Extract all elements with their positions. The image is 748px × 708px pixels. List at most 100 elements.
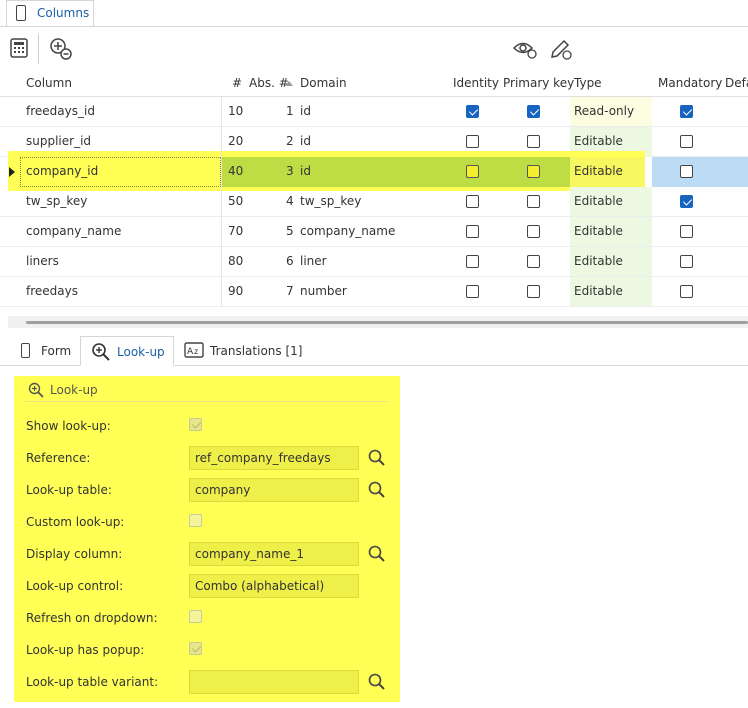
primary-key-checkbox[interactable] xyxy=(527,195,540,208)
cell-abs-num: 5 xyxy=(286,224,294,238)
cell-abs-num: 3 xyxy=(286,164,294,178)
has-popup-label: Look-up has popup: xyxy=(26,643,145,657)
column-divider xyxy=(221,97,222,307)
refresh-on-dropdown-label: Refresh on dropdown: xyxy=(26,611,158,625)
table-row[interactable]: liners 80 6 liner Editable xyxy=(0,247,748,277)
identity-checkbox[interactable] xyxy=(466,165,479,178)
scrollbar-thumb[interactable] xyxy=(26,321,748,324)
header-num[interactable]: # xyxy=(232,76,242,90)
header-domain[interactable]: Domain xyxy=(300,76,347,90)
mandatory-checkbox[interactable] xyxy=(680,135,693,148)
cell-abs-num: 7 xyxy=(286,284,294,298)
table-row[interactable]: freedays 90 7 number Editable xyxy=(0,277,748,307)
cell-column: tw_sp_key xyxy=(26,194,88,208)
identity-checkbox[interactable] xyxy=(466,135,479,148)
cell-num: 50 xyxy=(228,194,244,208)
svg-text:A: A xyxy=(187,347,194,357)
table-row[interactable]: freedays_id 10 1 id Read-only xyxy=(0,97,748,127)
cell-column: company_name xyxy=(26,224,122,238)
mandatory-checkbox[interactable] xyxy=(680,255,693,268)
cell-type: Editable xyxy=(574,164,623,178)
mandatory-checkbox[interactable] xyxy=(680,195,693,208)
tab-columns[interactable]: Columns xyxy=(6,0,94,27)
form-icon xyxy=(21,343,30,358)
lookup-panel-title: Look-up xyxy=(50,383,98,397)
table-row[interactable]: company_name 70 5 company_name Editable xyxy=(0,217,748,247)
reference-field[interactable]: ref_company_freedays xyxy=(189,446,359,470)
header-primary-key[interactable]: Primary key xyxy=(503,76,574,90)
cell-domain: tw_sp_key xyxy=(300,194,362,208)
display-column-label: Display column: xyxy=(26,547,123,561)
cell-domain: id xyxy=(300,164,311,178)
tab-form[interactable]: Form xyxy=(10,336,78,366)
display-column-search-icon[interactable] xyxy=(368,545,386,563)
show-lookup-checkbox[interactable] xyxy=(189,418,202,431)
identity-checkbox[interactable] xyxy=(466,225,479,238)
add-remove-icon[interactable] xyxy=(49,37,73,61)
edit-settings-icon[interactable] xyxy=(549,37,573,61)
primary-key-checkbox[interactable] xyxy=(527,225,540,238)
lookup-title-icon xyxy=(28,382,44,398)
tab-translations[interactable]: A z Translations [1] xyxy=(180,336,303,366)
lookup-control-select[interactable]: Combo (alphabetical) xyxy=(189,574,359,598)
primary-key-checkbox[interactable] xyxy=(527,105,540,118)
primary-key-checkbox[interactable] xyxy=(527,135,540,148)
header-mandatory[interactable]: Mandatory xyxy=(658,76,722,90)
row-selected-band xyxy=(221,157,570,187)
cell-type: Editable xyxy=(574,254,623,268)
reference-label: Reference: xyxy=(26,451,91,465)
mandatory-selected-bg xyxy=(652,157,748,187)
primary-key-checkbox[interactable] xyxy=(527,165,540,178)
mandatory-checkbox[interactable] xyxy=(680,285,693,298)
cell-domain: number xyxy=(300,284,347,298)
header-column[interactable]: Column xyxy=(26,76,72,90)
cell-abs-num: 4 xyxy=(286,194,294,208)
header-type[interactable]: Type xyxy=(574,76,602,90)
primary-key-checkbox[interactable] xyxy=(527,255,540,268)
translate-icon: A z xyxy=(184,342,204,358)
table-row-selected[interactable]: company_id 40 3 id Editable xyxy=(0,151,748,191)
lookup-table-field[interactable]: company xyxy=(189,478,359,502)
custom-lookup-checkbox[interactable] xyxy=(189,514,202,527)
table-variant-field[interactable] xyxy=(189,670,359,694)
cell-num: 70 xyxy=(228,224,244,238)
cell-column: company_id xyxy=(26,164,99,178)
header-default[interactable]: Defa xyxy=(725,76,748,90)
eye-settings-icon[interactable] xyxy=(512,38,538,60)
tab-strip-divider xyxy=(0,26,748,27)
display-column-field[interactable]: company_name_1 xyxy=(189,542,359,566)
refresh-on-dropdown-checkbox[interactable] xyxy=(189,610,202,623)
mandatory-checkbox[interactable] xyxy=(680,165,693,178)
lookup-table-search-icon[interactable] xyxy=(368,481,386,499)
calculator-icon[interactable] xyxy=(10,38,28,58)
identity-checkbox[interactable] xyxy=(466,285,479,298)
cell-type: Editable xyxy=(574,284,623,298)
table-variant-search-icon[interactable] xyxy=(368,673,386,691)
identity-checkbox[interactable] xyxy=(466,105,479,118)
mandatory-checkbox[interactable] xyxy=(680,105,693,118)
lookup-table-label: Look-up table: xyxy=(26,483,112,497)
table-row[interactable]: tw_sp_key 50 4 tw_sp_key Editable xyxy=(0,187,748,217)
cell-type: Read-only xyxy=(574,104,635,118)
cell-type: Editable xyxy=(574,224,623,238)
cell-abs-num: 6 xyxy=(286,254,294,268)
mandatory-checkbox[interactable] xyxy=(680,225,693,238)
header-abs-num[interactable]: Abs. # xyxy=(249,76,289,90)
cell-domain: liner xyxy=(300,254,327,268)
lookup-zoom-icon xyxy=(92,343,110,361)
tab-lookup-label: Look-up xyxy=(117,345,165,359)
tab-form-label: Form xyxy=(41,344,72,358)
reference-search-icon[interactable] xyxy=(368,449,386,467)
identity-checkbox[interactable] xyxy=(466,195,479,208)
has-popup-checkbox[interactable] xyxy=(189,642,202,655)
row-indicator-icon xyxy=(9,167,15,177)
primary-key-checkbox[interactable] xyxy=(527,285,540,298)
identity-checkbox[interactable] xyxy=(466,255,479,268)
tab-lookup[interactable]: Look-up xyxy=(80,336,174,366)
tab-translations-label: Translations [1] xyxy=(210,344,303,358)
header-identity[interactable]: Identity xyxy=(453,76,499,90)
cell-column: liners xyxy=(26,254,59,268)
cell-type: Editable xyxy=(574,194,623,208)
lookup-control-label: Look-up control: xyxy=(26,579,124,593)
cell-type: Editable xyxy=(574,134,623,148)
